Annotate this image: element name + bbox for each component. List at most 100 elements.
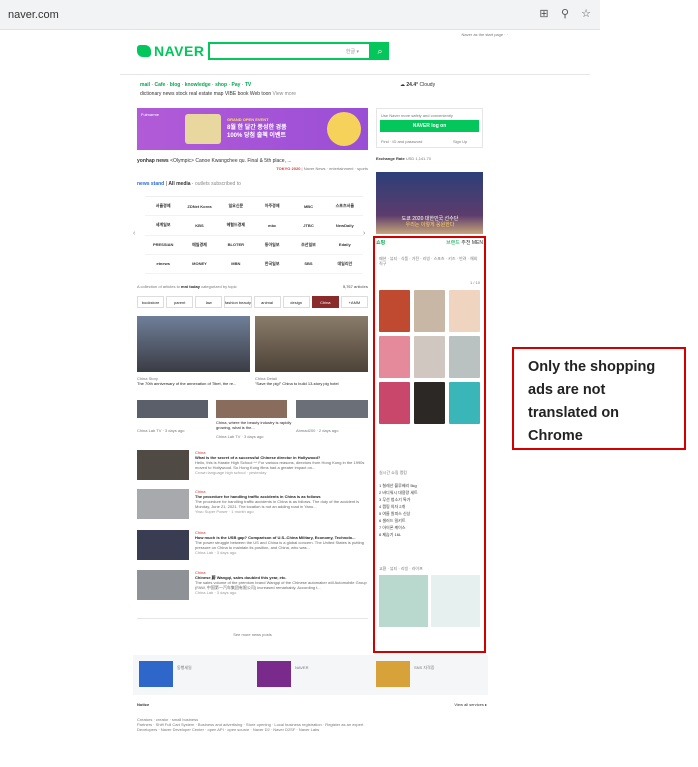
exchange-rate[interactable]: Exchange Rate USD 1,141.70 [376, 156, 483, 161]
product-card[interactable] [431, 575, 480, 627]
search-button[interactable]: ⌕ [371, 42, 389, 60]
product-card[interactable] [379, 336, 410, 378]
signup-link[interactable]: Sign Up [453, 139, 481, 144]
newsstand-outlet[interactable]: PRESSIAN [145, 236, 182, 255]
newsstand-outlet[interactable]: ZDNet Korea [181, 197, 218, 217]
naver-logo[interactable]: NAVER [137, 42, 204, 60]
news-caption-right[interactable]: China Detail "Save the pig!" China to bu… [255, 376, 368, 386]
footer-ad-strip: 동행세일 NAVER SNS 자격증 [133, 655, 488, 695]
newsstand-next-icon[interactable]: › [363, 230, 365, 237]
newsstand-outlet[interactable]: mbc [253, 216, 291, 236]
service-line-1[interactable]: mail · Cafe · blog · knowledge · shop · … [140, 82, 360, 88]
footer-ad-1[interactable] [139, 661, 173, 687]
newsstand-outlet[interactable]: 매일경제 [181, 236, 218, 255]
find-id-link[interactable]: Find · ID and password [381, 139, 441, 144]
ranking-item[interactable]: 3 무선 청소기 특가 [379, 496, 480, 503]
footer-ad-2[interactable] [257, 661, 291, 687]
tab--amm[interactable]: +AMM [340, 296, 368, 308]
tab-animal[interactable]: animal [253, 296, 281, 308]
tab-design[interactable]: design [282, 296, 310, 308]
newsstand-outlet[interactable]: 조선일보 [290, 236, 327, 255]
newsstand-outlet[interactable]: 동아일보 [253, 236, 291, 255]
ranking-item[interactable]: 7 아이폰 케이스 [379, 524, 480, 531]
see-more-link[interactable]: See more news posts [137, 632, 368, 637]
product-card[interactable] [449, 290, 480, 332]
newsstand-outlet[interactable]: 한국일보 [253, 255, 291, 274]
ranking-item[interactable]: 4 캠핑 의자 2개 [379, 503, 480, 510]
newsstand-outlet[interactable]: 아주경제 [253, 197, 291, 217]
newsstand-outlet[interactable]: 일요신문 [217, 197, 254, 217]
newsstand-outlet[interactable]: MONEY [181, 255, 218, 274]
service-line-2[interactable]: dictionary news stock real estate map VI… [140, 91, 360, 97]
banner-gift-image [327, 112, 361, 146]
promo-banner[interactable]: Fulmarme GRAND OPEN EVENT 8월 한 달간 풍성한 경품… [137, 108, 368, 150]
list-item[interactable]: China Chinese 蔚 Wangqi, sales doubled th… [137, 570, 368, 600]
newsstand-outlet[interactable]: KBS [181, 216, 218, 236]
news-ticker[interactable]: yonhap news <Olympic> Canoe Kwangchee qu… [137, 158, 368, 164]
newsstand-outlet[interactable]: NewDaily [326, 216, 363, 236]
tab-recommend[interactable]: 추천 [461, 240, 470, 246]
newsstand-prev-icon[interactable]: ‹ [133, 230, 135, 237]
news-thumbnail [137, 570, 189, 600]
newsstand-outlet[interactable]: 스포츠서울 [326, 197, 363, 217]
product-card[interactable] [414, 382, 445, 424]
tab-parent[interactable]: parent [166, 296, 194, 308]
news-ticker-links[interactable]: TOKYO 2020 | Naver News · entertainment … [258, 166, 368, 171]
list-item[interactable]: China How much is the USB gap? Compariso… [137, 530, 368, 560]
tab-law[interactable]: law [195, 296, 223, 308]
product-card[interactable] [449, 336, 480, 378]
video-title-2[interactable]: China, where the beauty industry is rapi… [216, 420, 292, 432]
video-thumb-2[interactable] [216, 400, 287, 418]
tab-fashion-beauty[interactable]: fashion beauty [224, 296, 252, 308]
newsstand-outlet[interactable]: Edaily [326, 236, 363, 255]
tab-brand[interactable]: 브랜드 [446, 240, 460, 246]
product-card[interactable] [414, 290, 445, 332]
list-item[interactable]: China The procedure for handling traffic… [137, 489, 368, 519]
star-icon[interactable]: ☆ [580, 8, 592, 20]
product-card[interactable] [379, 382, 410, 424]
news-photo-right[interactable] [255, 316, 368, 372]
newsstand-outlet[interactable]: BLOTER [217, 236, 254, 255]
tab-men[interactable]: MEN [472, 240, 483, 246]
newsstand-outlet[interactable]: SBS [290, 255, 327, 274]
shopping-categories[interactable]: 패션 · 뷰티 · 식품 · 가전 · 리빙 · 스포츠 · 키즈 · 반려 ·… [379, 256, 480, 270]
tab-bookstore[interactable]: bookstore [137, 296, 165, 308]
newsstand-outlet[interactable]: 서울경제 [145, 197, 182, 217]
footer-ad-3[interactable] [376, 661, 410, 687]
start-page-links[interactable]: Naver as the start page · · [390, 32, 508, 37]
ranking-item[interactable]: 2 바디워시 대용량 세트 [379, 489, 480, 496]
footer-row[interactable]: Developers · Naver Developer Center · op… [137, 727, 487, 732]
news-photo-left[interactable] [137, 316, 250, 372]
newsstand-outlet[interactable]: JTBC [290, 216, 327, 236]
translate-icon[interactable]: ⊞ [538, 8, 550, 20]
ranking-item[interactable]: 6 샐러드 밀키트 [379, 517, 480, 524]
list-item[interactable]: China What is the secret of a successful… [137, 450, 368, 480]
weather-widget[interactable]: ☁ 24.4° Cloudy [400, 82, 500, 88]
newsstand-outlet[interactable]: 세계일보 [145, 216, 182, 236]
ranking-item[interactable]: 1 칠레산 블루베리 5kg [379, 482, 480, 489]
zoom-icon[interactable]: ⚲ [559, 8, 571, 20]
newsstand-outlet[interactable]: MBN [217, 255, 254, 274]
login-button[interactable]: NAVER log on [380, 120, 479, 132]
newsstand-outlet[interactable]: MBC [290, 197, 327, 217]
ranking-item[interactable]: 5 여름 원피스 신상 [379, 510, 480, 517]
newsstand-outlet[interactable]: 헤럴드경제 [217, 216, 254, 236]
view-all-services[interactable]: View all services ▸ [454, 702, 487, 707]
video-thumb-3[interactable] [296, 400, 368, 418]
tab-china[interactable]: China [311, 296, 339, 308]
newsstand-outlet[interactable]: etnews [145, 255, 182, 274]
shopping-pager[interactable]: 1 / 10 [450, 280, 480, 285]
video-thumb-1[interactable] [137, 400, 208, 418]
keyboard-toggle[interactable]: 한글 ▾ [346, 48, 359, 55]
mtoday-tabs: bookstore parent law fashion beauty animal de… [137, 296, 368, 308]
newsstand-outlet[interactable]: 데일리안 [326, 255, 363, 274]
product-card[interactable] [379, 575, 428, 627]
ranking-item[interactable]: 8 제습기 16L [379, 531, 480, 538]
olympic-ad-banner[interactable]: 도쿄 2020 대한민국 선수단 우리는 이렇게 응원한다 [376, 172, 483, 234]
address-bar[interactable]: naver.com [8, 9, 59, 21]
product-card[interactable] [414, 336, 445, 378]
search-input[interactable]: 한글 ▾ [208, 42, 371, 60]
news-caption-left[interactable]: China Story The 70th anniversary of the … [137, 376, 250, 386]
product-card[interactable] [379, 290, 410, 332]
product-card[interactable] [449, 382, 480, 424]
